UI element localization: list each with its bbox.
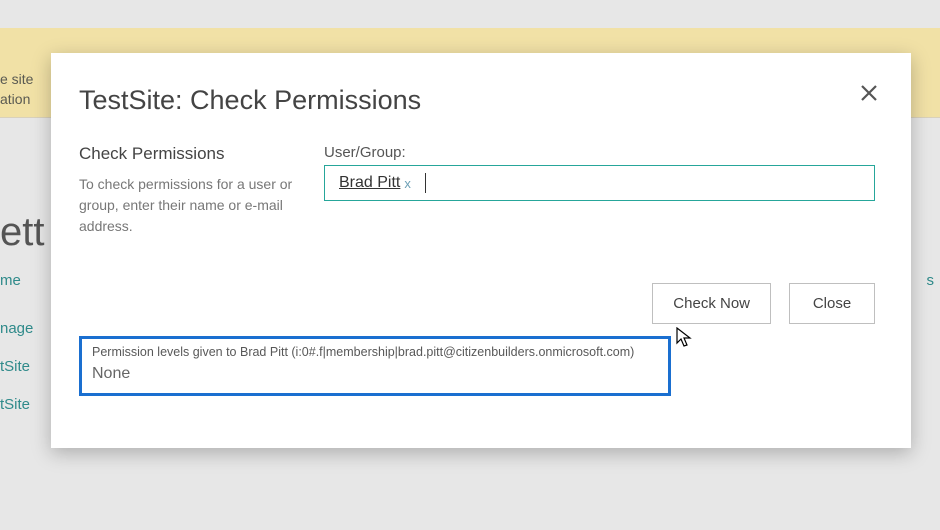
dialog-body: Check Permissions To check permissions f… [79,144,875,237]
user-group-label: User/Group: [324,144,875,161]
section-heading: Check Permissions [79,144,294,164]
check-permissions-dialog: TestSite: Check Permissions Check Permis… [51,53,911,448]
background-text-fragment: ation [0,90,30,110]
dialog-title: TestSite: Check Permissions [79,85,875,116]
background-nav-link[interactable]: me [0,272,21,289]
background-page-heading-fragment: ett [0,210,44,255]
permission-result-box: Permission levels given to Brad Pitt (i:… [79,336,671,396]
background-nav-link[interactable]: tSite [0,396,30,413]
right-form-column: User/Group: Brad Pitt x [324,144,875,237]
background-nav-link[interactable]: nage [0,320,33,337]
text-caret [425,173,426,193]
remove-user-icon[interactable]: x [404,176,411,191]
background-nav-link-right[interactable]: s [927,272,935,289]
left-description-column: Check Permissions To check permissions f… [79,144,294,237]
picked-user-chip[interactable]: Brad Pitt [339,174,400,192]
check-now-button[interactable]: Check Now [652,283,771,324]
background-text-fragment: e site [0,70,33,90]
section-description: To check permissions for a user or group… [79,174,294,237]
result-permission-level: None [92,365,658,383]
people-picker-input[interactable] [428,175,864,192]
close-button[interactable]: Close [789,283,875,324]
result-heading: Permission levels given to Brad Pitt (i:… [92,345,658,359]
close-icon[interactable] [857,81,881,105]
background-nav-link[interactable]: tSite [0,358,30,375]
user-group-people-picker[interactable]: Brad Pitt x [324,165,875,201]
dialog-button-row: Check Now Close [79,283,875,324]
